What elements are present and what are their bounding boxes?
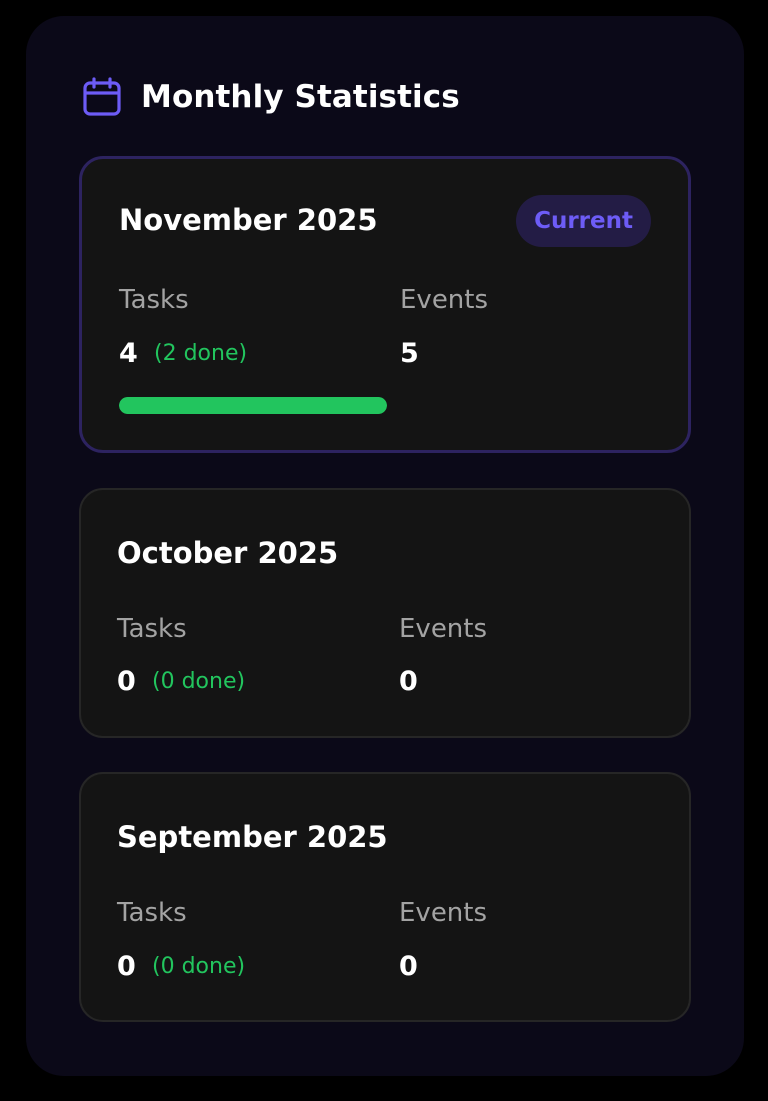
tasks-label: Tasks: [117, 614, 187, 644]
tasks-done: (2 done): [154, 341, 248, 366]
current-badge: Current: [516, 195, 651, 247]
events-count: 0: [399, 666, 418, 697]
tasks-count: 0: [117, 951, 136, 982]
events-label: Events: [400, 285, 489, 315]
panel-header: Monthly Statistics: [82, 76, 460, 118]
tasks-progress-bar: [119, 397, 387, 414]
month-card-november[interactable]: November 2025 Current Tasks Events 4 (2 …: [79, 156, 691, 453]
tasks-label: Tasks: [119, 285, 189, 315]
events-count: 5: [400, 338, 419, 369]
events-count: 0: [399, 951, 418, 982]
events-label: Events: [399, 898, 488, 928]
tasks-label: Tasks: [117, 898, 187, 928]
month-card-october[interactable]: October 2025 Tasks Events 0 (0 done) 0: [79, 488, 691, 738]
month-title: November 2025: [119, 203, 378, 237]
month-title: September 2025: [117, 820, 388, 854]
panel-title: Monthly Statistics: [141, 79, 460, 115]
tasks-done: (0 done): [152, 954, 246, 979]
tasks-progress-fill: [119, 397, 387, 414]
events-label: Events: [399, 614, 488, 644]
month-card-september[interactable]: September 2025 Tasks Events 0 (0 done) 0: [79, 772, 691, 1022]
month-title: October 2025: [117, 536, 339, 570]
tasks-done: (0 done): [152, 669, 246, 694]
tasks-count: 4: [119, 338, 138, 369]
calendar-icon: [82, 77, 122, 117]
tasks-count: 0: [117, 666, 136, 697]
